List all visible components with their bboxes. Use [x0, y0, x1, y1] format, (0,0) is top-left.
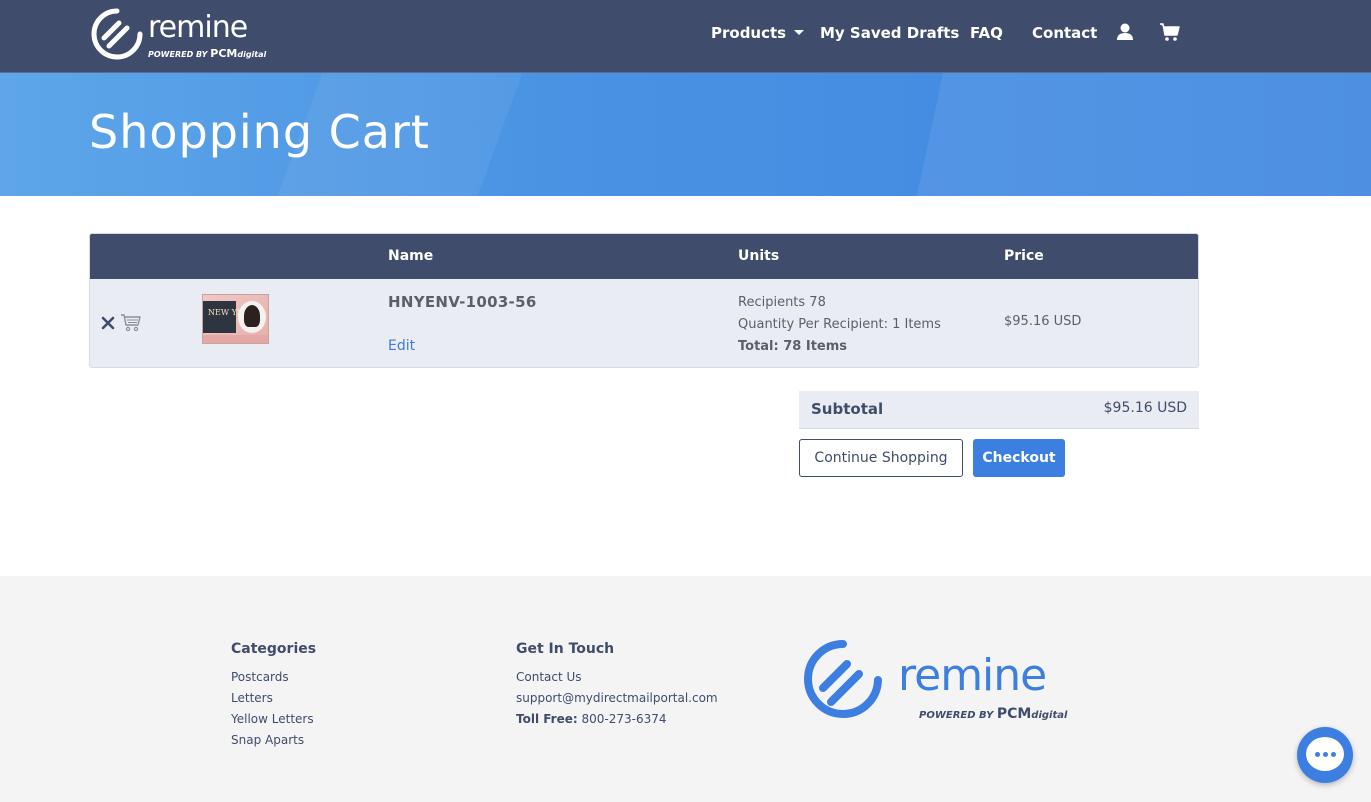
footer-link-contact-us[interactable]: Contact Us: [516, 670, 582, 684]
item-name: HNYENV-1003-56: [388, 293, 537, 311]
product-thumbnail[interactable]: NEW YEAR: [202, 294, 269, 344]
cart-icon[interactable]: [1159, 22, 1180, 42]
hero-banner: Shopping Cart: [0, 73, 1371, 196]
cart-table-header: Name Units Price: [90, 234, 1198, 279]
chat-dot: [1331, 752, 1336, 757]
edit-link[interactable]: Edit: [388, 338, 415, 354]
footer-link-snap-aparts[interactable]: Snap Aparts: [231, 733, 304, 747]
footer-link-letters[interactable]: Letters: [231, 691, 273, 705]
chevron-down-icon: [794, 30, 805, 35]
item-price: $95.16 USD: [1004, 314, 1082, 329]
remine-logo[interactable]: remine POWERED BY PCMdigital: [89, 8, 266, 60]
thumbnail-strip: [203, 335, 268, 343]
subtotal-label: Subtotal: [811, 400, 884, 418]
footer-toll-free: Toll Free: 800-273-6374: [516, 712, 667, 726]
column-header-units: Units: [738, 248, 780, 264]
toll-free-label: Toll Free:: [516, 712, 578, 726]
nav-saved-drafts[interactable]: My Saved Drafts: [820, 24, 959, 42]
thumbnail-portrait-hair: [244, 305, 260, 327]
hero-decoration: [916, 73, 1371, 196]
table-row: NEW YEAR HNYENV-1003-56 Edit Recipients …: [90, 279, 1198, 367]
toll-free-number: 800-273-6374: [581, 712, 667, 726]
chat-widget-button[interactable]: [1297, 727, 1353, 783]
item-quantity: Quantity Per Recipient: 1 Items: [738, 317, 941, 332]
user-icon[interactable]: [1115, 22, 1135, 42]
footer-email-link[interactable]: support@mydirectmailportal.com: [516, 691, 718, 705]
checkout-button[interactable]: Checkout: [973, 439, 1065, 477]
footer-logo-wordmark: remine: [898, 650, 1047, 701]
column-header-name: Name: [388, 248, 434, 264]
continue-shopping-button[interactable]: Continue Shopping: [799, 439, 963, 477]
subtotal-box: Subtotal $95.16 USD: [799, 391, 1199, 429]
item-recipients: Recipients 78: [738, 295, 826, 310]
nav-products-dropdown[interactable]: Products: [711, 24, 805, 42]
footer: Categories Postcards Letters Yellow Lett…: [0, 576, 1371, 802]
nav-faq[interactable]: FAQ: [970, 24, 1003, 42]
footer-link-yellow-letters[interactable]: Yellow Letters: [231, 712, 314, 726]
subtotal-value: $95.16 USD: [1103, 400, 1187, 416]
nav-contact[interactable]: Contact: [1032, 24, 1097, 42]
page-title: Shopping Cart: [89, 105, 430, 159]
footer-categories-heading: Categories: [231, 641, 317, 657]
logo-powered-by: POWERED BY PCMdigital: [148, 47, 267, 60]
footer-contact-heading: Get In Touch: [516, 641, 615, 657]
logo-wordmark: remine: [148, 10, 248, 45]
footer-logo-powered-by: POWERED BY PCMdigital: [919, 706, 1068, 722]
column-header-price: Price: [1004, 248, 1044, 264]
top-navbar: remine POWERED BY PCMdigital Products My…: [0, 0, 1371, 73]
remine-logo-icon: [804, 640, 882, 718]
nav-products-label: Products: [711, 24, 787, 42]
chat-dot: [1315, 752, 1320, 757]
remine-logo-icon: [91, 8, 143, 60]
item-units: Recipients 78 Quantity Per Recipient: 1 …: [738, 292, 941, 358]
cart-table: Name Units Price NEW YEAR HNYENV-1003-56: [89, 233, 1199, 368]
footer-remine-logo: remine POWERED BY PCMdigital: [803, 640, 1067, 728]
footer-link-postcards[interactable]: Postcards: [231, 670, 289, 684]
chat-icon: [1306, 737, 1344, 771]
chat-dot: [1323, 752, 1328, 757]
save-for-later-cart-icon[interactable]: [120, 312, 142, 332]
thumbnail-panel: [203, 301, 236, 333]
close-icon[interactable]: [101, 315, 115, 330]
item-total: Total: 78 Items: [738, 339, 848, 354]
